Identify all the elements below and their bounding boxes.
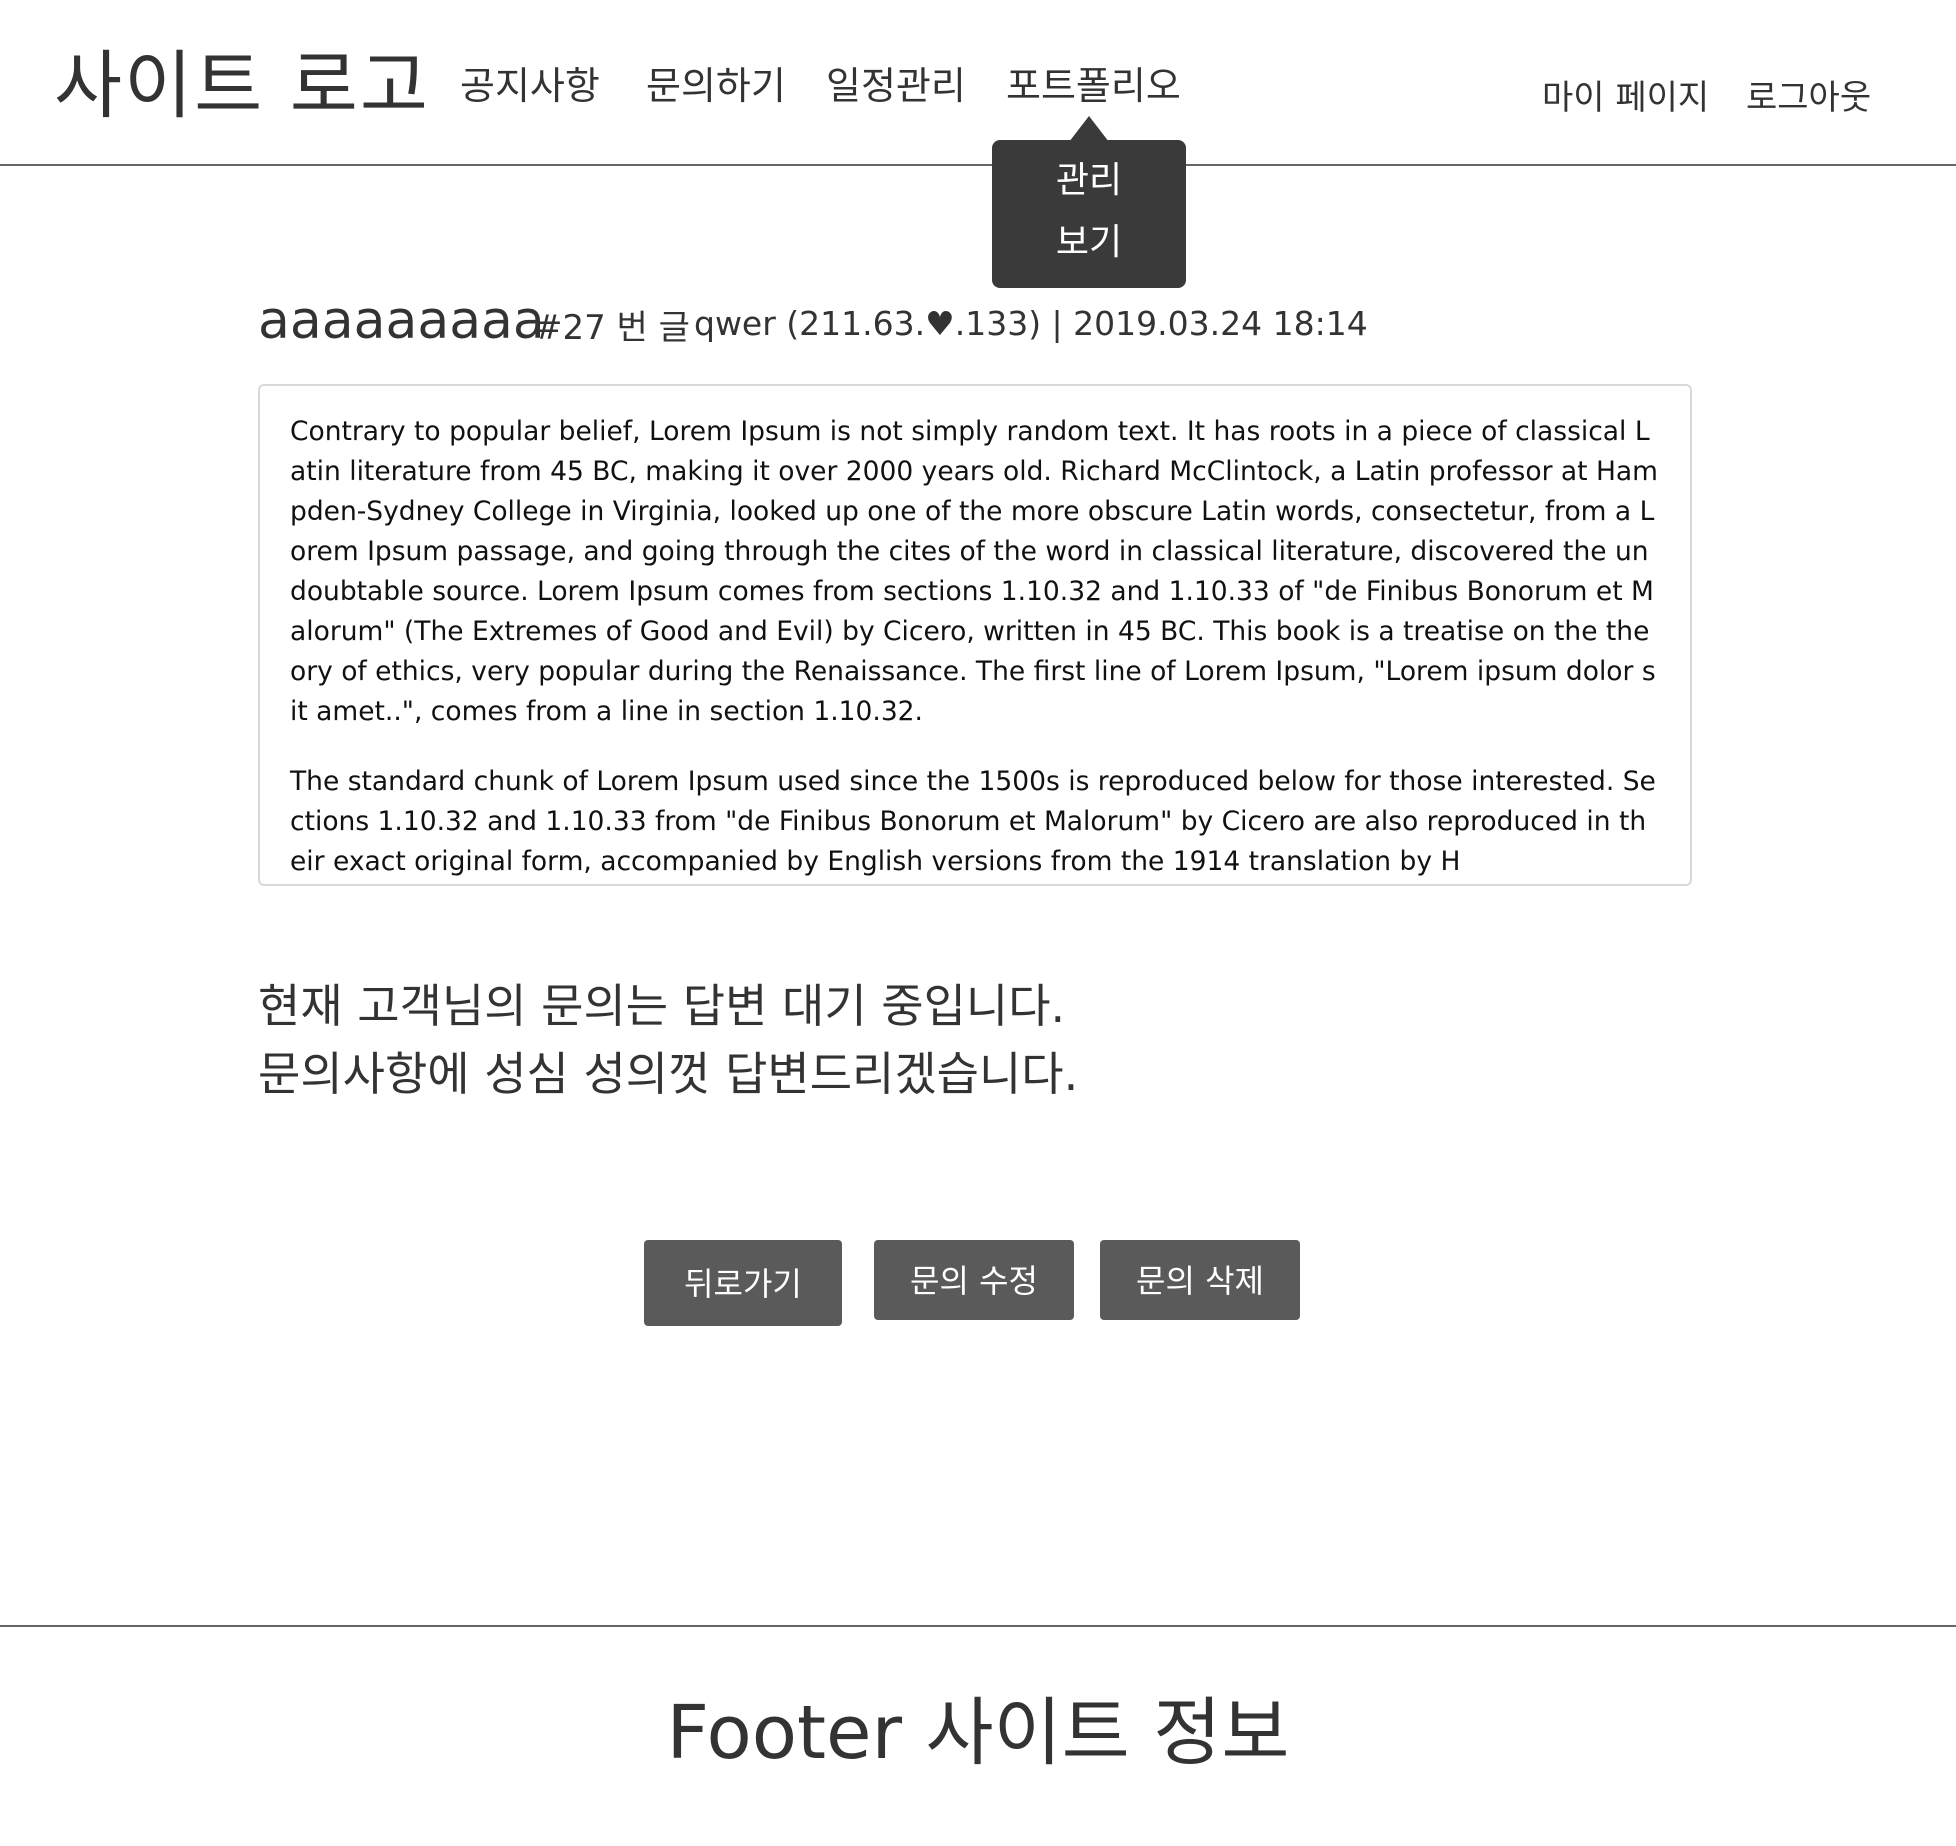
nav-item-portfolio[interactable]: 포트폴리오 [1006,60,1181,112]
back-button[interactable]: 뒤로가기 [644,1240,842,1326]
post-meta: qwer (211.63.♥.133) | 2019.03.24 18:14 [694,304,1368,343]
post-paragraph: Contrary to popular belief, Lorem Ipsum … [290,416,1658,727]
footer-site-info: Footer 사이트 정보 [666,1690,1290,1776]
nav-item-schedule[interactable]: 일정관리 [826,60,966,112]
status-message-line1: 현재 고객님의 문의는 답변 대기 중입니다. [258,979,1066,1033]
portfolio-dropdown-menu: 관리 보기 [992,140,1186,288]
delete-inquiry-button[interactable]: 문의 삭제 [1100,1240,1300,1320]
post-content-box[interactable]: Contrary to popular belief, Lorem Ipsum … [258,384,1692,886]
my-page-link[interactable]: 마이 페이지 [1542,74,1709,122]
dropdown-item-view[interactable]: 보기 [992,218,1186,268]
nav-item-notice[interactable]: 공지사항 [460,60,600,112]
dropdown-caret [1069,116,1109,142]
post-title: aaaaaaaaa [258,291,545,351]
site-header: 사이트 로고 공지사항 문의하기 일정관리 포트폴리오 마이 페이지 로그아웃 [0,0,1956,166]
dropdown-item-manage[interactable]: 관리 [992,156,1186,206]
nav-item-inquiry[interactable]: 문의하기 [646,60,786,112]
post-paragraph: The standard chunk of Lorem Ipsum used s… [290,766,1656,877]
status-message-line2: 문의사항에 성심 성의껏 답변드리겠습니다. [258,1047,1079,1101]
footer-divider [0,1625,1956,1627]
logout-link[interactable]: 로그아웃 [1746,74,1871,122]
post-number: #27 번 글 [534,308,690,348]
site-logo[interactable]: 사이트 로고 [54,38,430,134]
edit-inquiry-button[interactable]: 문의 수정 [874,1240,1074,1320]
